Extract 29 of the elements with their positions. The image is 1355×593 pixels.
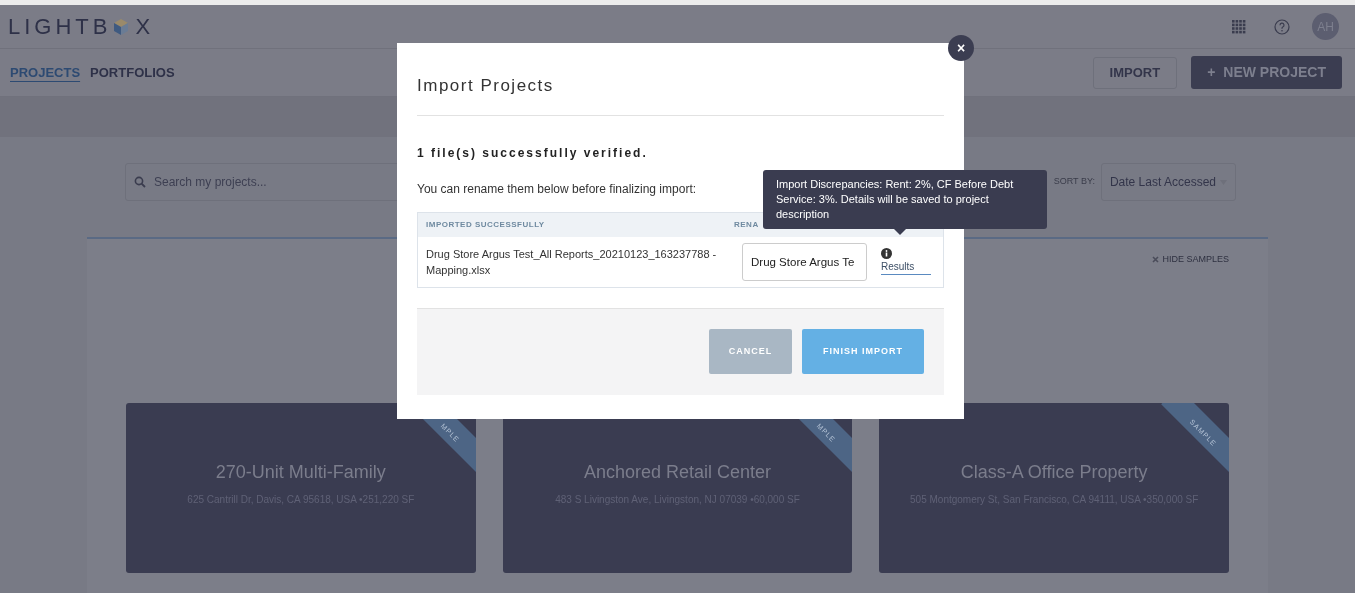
card-title: 270-Unit Multi-Family <box>215 460 386 484</box>
import-button[interactable]: IMPORT <box>1092 56 1178 89</box>
new-project-button[interactable]: + NEW PROJECT <box>1191 56 1342 89</box>
results-link[interactable]: Results <box>881 259 931 275</box>
cancel-button[interactable]: CANCEL <box>709 329 792 374</box>
card-title: Class-A Office Property <box>960 460 1148 484</box>
logo-text: LIGHTB <box>8 13 112 41</box>
dialog-title: Import Projects <box>417 73 944 116</box>
sort-dropdown[interactable]: Date Last Accessed <box>1100 163 1236 201</box>
card-title: Anchored Retail Center <box>583 460 772 484</box>
search-field[interactable]: Search my projects... <box>125 163 400 201</box>
close-icon <box>1152 256 1160 264</box>
tooltip-pointer <box>894 229 906 235</box>
nav-tab[interactable]: PROJECTS <box>10 62 81 83</box>
file-name: Drug Store Argus Test_All Reports_20210123_163237788 - Mapping.xlsx <box>426 246 718 278</box>
hide-samples-button[interactable]: HIDE SAMPLES <box>1152 253 1229 267</box>
help-icon[interactable] <box>1274 18 1290 35</box>
logo-text: X <box>135 13 155 41</box>
apps-grid-icon[interactable] <box>1232 19 1246 34</box>
verified-message: 1 file(s) successfully verified. <box>417 144 649 162</box>
rename-field[interactable]: Drug Store Argus Te <box>742 242 867 281</box>
nav-tab[interactable]: PORTFOLIOS <box>90 62 175 83</box>
rename-instructions: You can rename them below before finalizing import: <box>417 180 697 198</box>
info-icon[interactable] <box>881 248 892 259</box>
column-header: RENA <box>734 218 759 231</box>
column-header: IMPORTED SUCCESSFULLY <box>426 218 546 231</box>
tooltip: Import Discrepancies: Rent: 2%, CF Before Debt Service: 3%. Details will be saved to project description <box>763 170 1047 229</box>
finish-import-button[interactable]: FINISH IMPORT <box>802 329 924 374</box>
sort-label: SORT BY: <box>1053 175 1095 189</box>
